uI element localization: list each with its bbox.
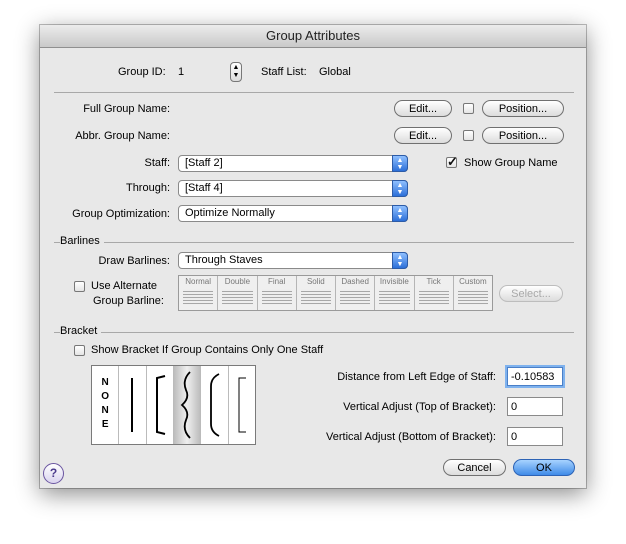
barline-style-invisible[interactable]: Invisible [375, 276, 415, 310]
vertical-adjust-bottom-field[interactable] [507, 427, 563, 446]
barline-style-name: Final [267, 277, 286, 286]
full-group-name-label: Full Group Name: [83, 103, 170, 115]
bracket-style-curly[interactable] [173, 366, 202, 444]
group-optimization-label: Group Optimization: [72, 208, 170, 220]
cancel-button[interactable]: Cancel [443, 459, 506, 476]
staff-lines-icon [183, 289, 214, 305]
abbr-name-position-checkbox[interactable] [463, 130, 474, 141]
group-id-label: Group ID: [118, 66, 166, 78]
vertical-adjust-top-field[interactable] [507, 397, 563, 416]
abbr-name-position-button[interactable]: Position... [482, 127, 564, 144]
staff-lines-icon [340, 289, 371, 305]
barlines-section-label: Barlines [60, 235, 104, 247]
show-bracket-one-staff-checkbox[interactable] [74, 345, 85, 356]
bracket-style-selector: NONE [91, 365, 256, 445]
popup-arrows-icon: ▲ ▼ [392, 252, 408, 269]
staff-popup[interactable]: [Staff 2] ▲ ▼ [178, 155, 408, 172]
draw-barlines-value: Through Staves [185, 254, 263, 266]
separator [54, 92, 574, 93]
distance-left-edge-label: Distance from Left Edge of Staff: [337, 371, 496, 383]
barline-style-name: Invisible [379, 277, 409, 286]
barline-style-name: Tick [426, 277, 441, 286]
staff-lines-icon [300, 289, 331, 305]
barline-style-double[interactable]: Double [218, 276, 258, 310]
barline-style-custom[interactable]: Custom [454, 276, 492, 310]
abbr-group-name-label: Abbr. Group Name: [75, 130, 170, 142]
ok-button[interactable]: OK [513, 459, 575, 476]
barline-style-solid[interactable]: Solid [297, 276, 336, 310]
show-bracket-one-staff-label: Show Bracket If Group Contains Only One … [91, 344, 324, 356]
vertical-adjust-top-label: Vertical Adjust (Top of Bracket): [343, 401, 496, 413]
abbr-name-edit-button[interactable]: Edit... [394, 127, 452, 144]
square-bracket-icon [155, 375, 165, 435]
vertical-adjust-bottom-label: Vertical Adjust (Bottom of Bracket): [326, 431, 496, 443]
popup-arrows-icon: ▲ ▼ [392, 155, 408, 172]
barline-style-name: Solid [306, 277, 325, 286]
barline-style-name: Normal [185, 277, 212, 286]
dialog-window: Group Attributes Group ID: 1 ▲ ▼ Staff Li… [40, 25, 586, 488]
thin-square-bracket-icon [238, 377, 246, 433]
select-barline-button[interactable]: Select... [499, 285, 563, 302]
staff-lines-icon [222, 289, 253, 305]
show-group-name-label: Show Group Name [464, 157, 558, 169]
staff-list-label: Staff List: [261, 66, 307, 78]
staff-lines-icon [379, 289, 410, 305]
full-name-position-button[interactable]: Position... [482, 100, 564, 117]
bracket-style-line[interactable] [119, 366, 147, 444]
popup-arrows-icon: ▲ ▼ [392, 180, 408, 197]
staff-popup-value: [Staff 2] [185, 157, 223, 169]
window-title: Group Attributes [40, 25, 586, 48]
barline-style-final[interactable]: Final [258, 276, 297, 310]
popup-arrows-icon: ▲ ▼ [392, 205, 408, 222]
bracket-section-label: Bracket [60, 325, 102, 337]
staff-list-value: Global [319, 66, 351, 78]
bracket-style-thin-square[interactable] [229, 366, 255, 444]
through-label: Through: [125, 182, 170, 194]
barline-style-name: Custom [459, 277, 487, 286]
full-name-edit-button[interactable]: Edit... [394, 100, 452, 117]
staff-label: Staff: [144, 157, 170, 169]
distance-left-edge-field[interactable] [507, 367, 563, 386]
group-optimization-value: Optimize Normally [185, 207, 275, 219]
draw-barlines-popup[interactable]: Through Staves ▲ ▼ [178, 252, 408, 269]
group-id-value: 1 [178, 66, 185, 78]
curved-bracket-icon [210, 373, 220, 437]
group-id-stepper[interactable]: ▲ ▼ [230, 62, 242, 82]
use-alternate-label: Use Alternate [91, 280, 158, 292]
barlines-separator [54, 242, 574, 243]
barline-style-tick[interactable]: Tick [415, 276, 454, 310]
barline-style-name: Double [224, 277, 251, 286]
staff-lines-icon [418, 289, 449, 305]
curly-bracket-icon [180, 371, 191, 439]
bracket-style-square[interactable] [147, 366, 174, 444]
staff-lines-icon [457, 289, 488, 305]
show-group-name-checkbox[interactable] [446, 154, 458, 170]
none-text: NONE [101, 377, 110, 430]
full-name-position-checkbox[interactable] [463, 103, 474, 114]
help-icon[interactable]: ? [43, 463, 64, 484]
barline-style-name: Dashed [341, 277, 369, 286]
line-bracket-icon [131, 378, 134, 432]
through-popup-value: [Staff 4] [185, 182, 223, 194]
bracket-separator [54, 332, 574, 333]
through-popup[interactable]: [Staff 4] ▲ ▼ [178, 180, 408, 197]
bracket-style-none[interactable]: NONE [92, 366, 120, 444]
group-optimization-popup[interactable]: Optimize Normally ▲ ▼ [178, 205, 408, 222]
staff-lines-icon [261, 289, 292, 305]
group-barline-label: Group Barline: [93, 295, 164, 307]
draw-barlines-label: Draw Barlines: [98, 255, 170, 267]
barline-style-selector: Normal Double Final Solid Dashed Invisib… [178, 275, 493, 311]
barline-style-dashed[interactable]: Dashed [336, 276, 376, 310]
bracket-style-curved[interactable] [201, 366, 229, 444]
barline-style-normal[interactable]: Normal [179, 276, 219, 310]
use-alternate-barline-checkbox[interactable] [74, 281, 85, 292]
